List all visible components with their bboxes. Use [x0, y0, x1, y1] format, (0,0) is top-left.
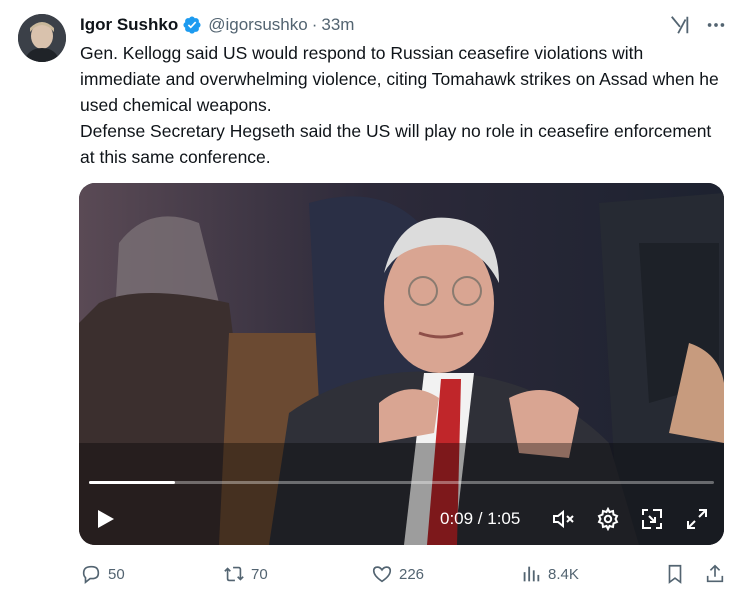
like-button[interactable]: 226	[371, 563, 424, 585]
handle[interactable]: @igorsushko	[208, 15, 307, 35]
reply-icon	[82, 565, 100, 584]
tweet-text: Gen. Kellogg said US would respond to Ru…	[80, 40, 720, 170]
separator: ·	[311, 15, 318, 34]
reply-count: 50	[108, 565, 125, 583]
pip-icon[interactable]	[640, 507, 664, 531]
views-button[interactable]: 8.4K	[520, 563, 579, 585]
share-button[interactable]	[704, 563, 726, 585]
share-icon	[706, 564, 724, 583]
views-icon	[523, 566, 540, 582]
repost-count: 70	[251, 565, 268, 583]
video-frame	[79, 183, 724, 545]
grok-icon[interactable]	[669, 14, 691, 36]
repost-icon	[224, 566, 244, 582]
tweet-paragraph: Defense Secretary Hegseth said the US wi…	[80, 121, 712, 167]
play-icon[interactable]	[93, 507, 117, 531]
like-icon	[372, 566, 392, 583]
views-count: 8.4K	[548, 565, 579, 583]
avatar[interactable]	[18, 14, 66, 62]
tweet-paragraph: Gen. Kellogg said US would respond to Ru…	[80, 43, 719, 115]
verified-badge-icon	[182, 15, 202, 35]
more-icon[interactable]	[705, 14, 727, 36]
video-controls: 0:09 / 1:05	[79, 501, 724, 537]
repost-button[interactable]: 70	[223, 563, 268, 585]
tweet-header: Igor Sushko @igorsushko · 33m	[80, 12, 354, 38]
mute-icon[interactable]	[551, 507, 575, 531]
video-player[interactable]: 0:09 / 1:05	[79, 183, 724, 545]
bookmark-button[interactable]	[664, 563, 686, 585]
settings-icon[interactable]	[596, 506, 620, 532]
progress-fill	[89, 481, 176, 484]
display-name[interactable]: Igor Sushko	[80, 15, 178, 35]
tweet: Igor Sushko @igorsushko · 33m Gen. Kello…	[0, 0, 743, 605]
time-readout: 0:09 / 1:05	[440, 509, 521, 528]
progress-track[interactable]	[89, 481, 714, 484]
timestamp[interactable]: 33m	[321, 15, 354, 35]
header-actions	[669, 14, 727, 36]
bookmark-icon	[668, 564, 682, 584]
tweet-actions: 50 70 226 8.4K	[80, 563, 730, 589]
reply-button[interactable]: 50	[80, 563, 125, 585]
fullscreen-icon[interactable]	[685, 507, 709, 531]
like-count: 226	[399, 565, 425, 583]
